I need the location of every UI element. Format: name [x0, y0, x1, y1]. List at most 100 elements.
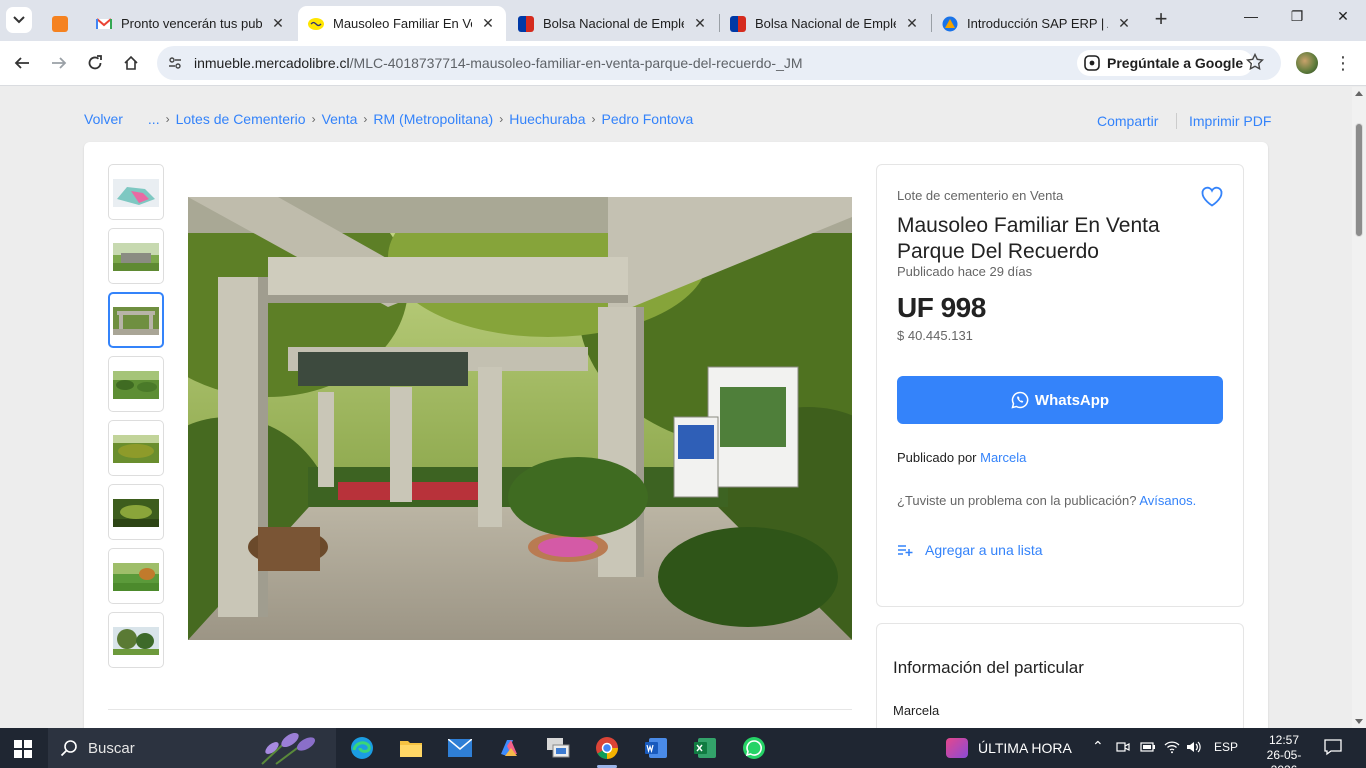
restore-button[interactable]: ❐ [1274, 8, 1320, 32]
windows-taskbar: Buscar ÚLTIMA HORA ⌃ ESP 12:57 26-05-202… [0, 728, 1366, 768]
tab-title: Pronto vencerán tus public [121, 16, 262, 31]
tab-title: Bolsa Nacional de Empleo [543, 16, 684, 31]
print-pdf-link[interactable]: Imprimir PDF [1189, 113, 1271, 129]
url-domain: inmueble.mercadolibre.cl [194, 55, 350, 71]
breadcrumb-item[interactable]: ... [148, 111, 160, 127]
tab-mercadolibre[interactable]: Mausoleo Familiar En Vent ✕ [298, 6, 506, 41]
copilot-icon [501, 740, 517, 756]
tab-bolsa-empleo-2[interactable]: Bolsa Nacional de Empleo ✕ [720, 6, 930, 41]
breadcrumb-item[interactable]: Lotes de Cementerio [176, 111, 306, 127]
folder-icon [400, 741, 422, 757]
taskbar-mail[interactable] [440, 732, 480, 764]
reload-icon [88, 55, 102, 70]
clock[interactable]: 12:57 26-05-2026 [1258, 733, 1310, 768]
tab-search-button[interactable] [6, 7, 32, 33]
chevron-up-icon[interactable]: ⌃ [1092, 738, 1104, 755]
mercadolibre-icon [308, 17, 324, 30]
reload-button[interactable] [81, 49, 109, 77]
tab-sap[interactable]: Introducción SAP ERP | ASI ✕ [932, 6, 1142, 41]
gallery-thumbnail[interactable] [108, 164, 164, 220]
gallery-thumbnail[interactable] [108, 548, 164, 604]
add-to-list-button[interactable]: Agregar a una lista [897, 542, 1043, 558]
report-problem-link[interactable]: Avísanos. [1139, 493, 1196, 508]
breadcrumb-item[interactable]: RM (Metropolitana) [373, 111, 493, 127]
windows-start-icon[interactable] [14, 740, 32, 758]
menu-kebab-icon[interactable]: ⋮ [1334, 53, 1352, 74]
site-info-button[interactable] [163, 51, 187, 75]
volume-icon[interactable] [1186, 740, 1202, 754]
profile-avatar[interactable] [1296, 52, 1318, 74]
gallery-thumbnail[interactable] [108, 228, 164, 284]
close-icon[interactable]: ✕ [480, 15, 496, 32]
language-indicator[interactable]: ESP [1214, 740, 1238, 754]
gallery-thumbnail[interactable] [108, 356, 164, 412]
back-link[interactable]: Volver [84, 111, 123, 127]
gallery-thumbnail[interactable] [108, 484, 164, 540]
whatsapp-button[interactable]: WhatsApp [897, 376, 1223, 424]
mail-icon [448, 739, 472, 757]
meet-now-icon[interactable] [1116, 740, 1130, 754]
battery-icon[interactable] [1140, 740, 1156, 754]
news-icon [946, 738, 968, 758]
breadcrumb-item[interactable]: Venta [322, 111, 358, 127]
minimize-button[interactable]: — [1228, 8, 1274, 32]
chevron-right-icon: › [591, 112, 596, 126]
taskbar-whatsapp[interactable] [734, 732, 774, 764]
trees-thumbnail-image [113, 627, 159, 655]
gallery-thumbnail[interactable] [108, 420, 164, 476]
garden-thumbnail-image [113, 435, 159, 463]
new-tab-button[interactable]: + [1149, 8, 1173, 32]
breadcrumb-item[interactable]: Huechuraba [509, 111, 585, 127]
price-clp: $ 40.445.131 [897, 328, 973, 343]
address-bar[interactable]: inmueble.mercadolibre.cl/MLC-4018737714-… [157, 46, 1281, 80]
close-icon[interactable]: ✕ [270, 15, 286, 32]
tune-icon [169, 57, 181, 69]
arrow-left-icon [14, 57, 29, 69]
landscape-thumbnail-image [113, 563, 159, 591]
gallery-thumbnail-selected[interactable] [108, 292, 164, 348]
scroll-down-arrow-icon[interactable] [1355, 719, 1363, 724]
close-window-button[interactable]: ✕ [1320, 8, 1366, 32]
taskbar-search[interactable]: Buscar [48, 728, 336, 768]
seller-link[interactable]: Marcela [980, 450, 1026, 465]
home-button[interactable] [117, 49, 145, 77]
taskbar-edge[interactable] [342, 732, 382, 764]
published-by-label: Publicado por [897, 450, 977, 465]
chevron-right-icon: › [165, 112, 170, 126]
main-gallery-image[interactable] [188, 197, 852, 640]
listing-card: Lote de cementerio en Venta Mausoleo Fam… [84, 142, 1268, 728]
scroll-up-arrow-icon[interactable] [1355, 91, 1363, 96]
breadcrumb-item[interactable]: Pedro Fontova [602, 111, 694, 127]
heart-icon[interactable] [1200, 185, 1224, 207]
ask-google-button[interactable]: Pregúntale a Google [1077, 50, 1254, 76]
taskbar-chrome[interactable] [587, 732, 627, 768]
divider [108, 709, 852, 710]
tab-title: Bolsa Nacional de Empleo [755, 16, 896, 31]
forward-button[interactable] [45, 49, 73, 77]
close-icon[interactable]: ✕ [904, 15, 920, 32]
news-widget[interactable]: ÚLTIMA HORA [946, 738, 1072, 758]
wifi-icon[interactable] [1164, 740, 1180, 754]
notification-icon[interactable] [1324, 738, 1342, 756]
bookmark-star-icon[interactable] [1246, 53, 1264, 71]
close-icon[interactable]: ✕ [692, 15, 708, 32]
gallery-thumbnail[interactable] [108, 612, 164, 668]
tab-gmail[interactable]: Pronto vencerán tus public ✕ [86, 6, 296, 41]
taskbar-copilot[interactable] [489, 732, 529, 764]
close-icon[interactable]: ✕ [1116, 15, 1132, 32]
tab-bolsa-empleo-1[interactable]: Bolsa Nacional de Empleo ✕ [508, 6, 718, 41]
listing-title: Mausoleo Familiar En Venta Parque Del Re… [897, 214, 1160, 263]
back-button[interactable] [8, 49, 36, 77]
taskbar-remote-desktop[interactable] [538, 732, 578, 764]
taskbar-file-explorer[interactable] [391, 732, 431, 764]
share-link[interactable]: Compartir [1097, 113, 1158, 129]
tab-pinned[interactable] [42, 6, 80, 41]
pergola-thumbnail-image [113, 307, 159, 335]
page-scrollbar[interactable] [1352, 87, 1366, 728]
url-text[interactable]: inmueble.mercadolibre.cl/MLC-4018737714-… [194, 55, 803, 71]
scrollbar-thumb[interactable] [1355, 123, 1363, 237]
taskbar-search-label: Buscar [88, 739, 135, 757]
taskbar-word[interactable] [636, 732, 676, 764]
gmail-icon [96, 17, 112, 29]
taskbar-excel[interactable] [685, 732, 725, 764]
